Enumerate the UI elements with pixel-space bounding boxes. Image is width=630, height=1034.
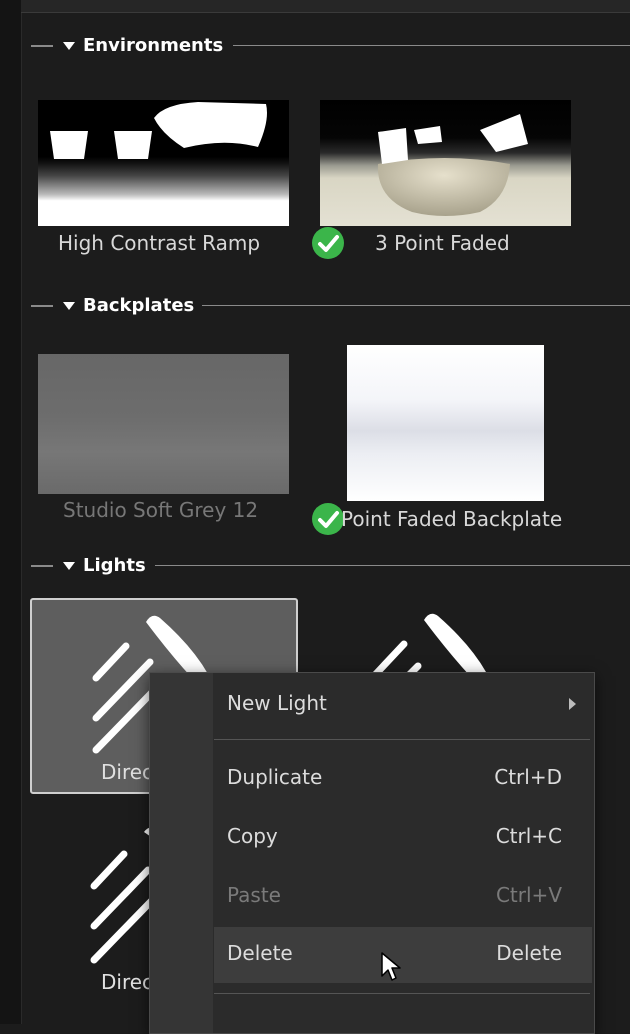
menu-item-copy[interactable]: Copy Ctrl+C [214,810,592,866]
environment-thumbnail-3-point-faded[interactable] [320,100,571,226]
top-bar [21,0,630,13]
header-dash [31,565,53,567]
header-line [202,305,630,306]
menu-item-label: New Light [227,691,327,715]
backplate-thumbnail-studio-soft-grey[interactable] [38,354,289,494]
menu-item-duplicate[interactable]: Duplicate Ctrl+D [214,751,592,807]
menu-item-paste: Paste Ctrl+V [214,869,592,925]
menu-separator [214,739,590,740]
environment-label[interactable]: 3 Point Faded [375,231,510,255]
section-header-backplates[interactable]: Backplates [21,294,630,318]
header-line [233,45,630,46]
section-header-lights[interactable]: Lights [21,554,630,578]
triangle-down-icon[interactable] [63,42,75,50]
check-icon [312,503,344,535]
menu-item-label: Copy [227,824,278,848]
menu-item-shortcut: Ctrl+D [494,765,562,789]
header-line [155,565,630,566]
submenu-arrow-icon [569,698,576,710]
section-title-environments: Environments [83,35,224,56]
menu-item-shortcut: Delete [496,941,562,965]
menu-item-shortcut: Ctrl+V [495,883,562,907]
triangle-down-icon[interactable] [63,562,75,570]
backplate-label[interactable]: Studio Soft Grey 12 [63,498,258,522]
environment-thumbnail-high-contrast-ramp[interactable] [38,100,289,226]
header-dash [31,305,53,307]
check-icon [312,227,344,259]
menu-item-label: Paste [227,883,281,907]
menu-item-label: Delete [227,941,293,965]
menu-icon-gutter [150,673,213,1033]
section-title-lights: Lights [83,555,146,576]
header-dash [31,45,53,47]
menu-item-new-light[interactable]: New Light [214,677,592,733]
context-menu: New Light Duplicate Ctrl+D Copy Ctrl+C P… [149,672,595,1034]
left-panel-strip [0,0,22,1024]
triangle-down-icon[interactable] [63,302,75,310]
light-label: Direc [101,760,154,784]
section-header-environments[interactable]: Environments [21,34,630,58]
mouse-cursor-icon [381,952,401,981]
backplate-thumbnail-point-faded[interactable] [347,345,544,501]
menu-item-delete[interactable]: Delete Delete [214,927,592,983]
menu-separator [214,993,590,994]
environment-label[interactable]: High Contrast Ramp [58,231,260,255]
menu-item-shortcut: Ctrl+C [495,824,562,848]
backplate-label[interactable]: Point Faded Backplate [341,507,562,531]
light-label[interactable]: Direc [101,970,153,994]
section-title-backplates: Backplates [83,295,195,316]
menu-item-label: Duplicate [227,765,323,789]
